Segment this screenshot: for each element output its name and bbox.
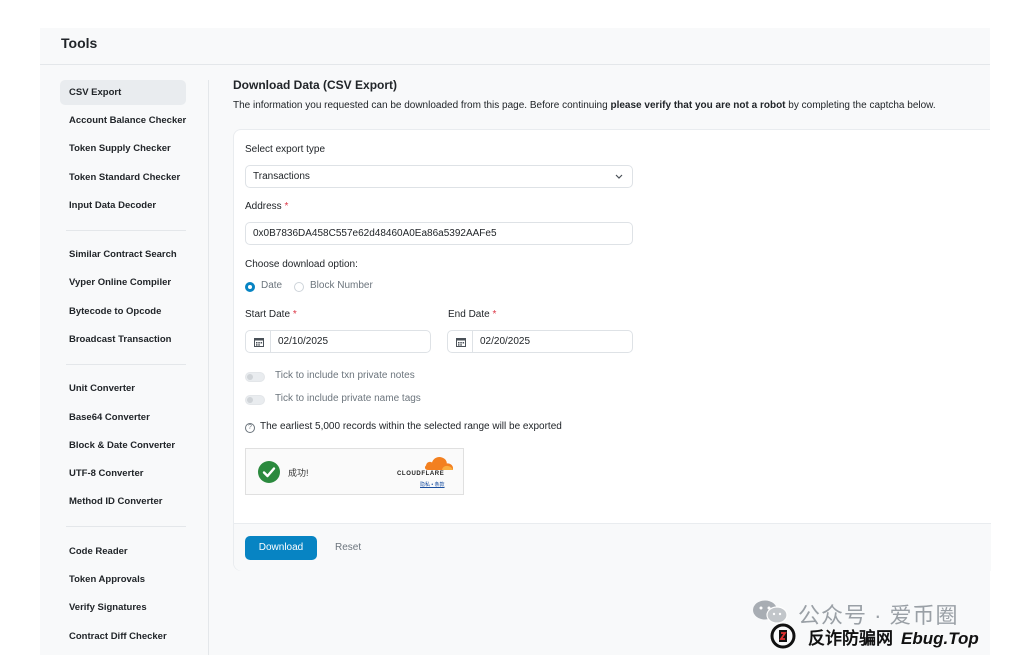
sidebar-item-account-balance-checker[interactable]: Account Balance Checker	[60, 108, 186, 133]
sidebar-item-token-approvals[interactable]: Token Approvals	[60, 567, 186, 592]
sidebar-item-block-date-converter[interactable]: Block & Date Converter	[60, 433, 186, 458]
section-heading: Download Data (CSV Export)	[233, 78, 398, 92]
cloudflare-links[interactable]: 隐私 • 条款	[420, 481, 445, 488]
tools-header: Tools	[40, 28, 990, 65]
sidebar-item-bytecode-to-opcode[interactable]: Bytecode to Opcode	[60, 299, 186, 324]
start-date-input[interactable]: 02/10/2025	[245, 330, 431, 353]
sidebar-item-method-id-converter[interactable]: Method ID Converter	[60, 489, 186, 514]
end-date-label: End Date *	[448, 309, 497, 320]
start-date-value: 02/10/2025	[278, 336, 329, 347]
sidebar-item-token-standard-checker[interactable]: Token Standard Checker	[60, 165, 186, 190]
cloudflare-captcha-widget[interactable]: 成功! CLOUDFLARE 隐私 • 条款	[245, 448, 464, 495]
sidebar-item-input-data-decoder[interactable]: Input Data Decoder	[60, 193, 186, 218]
form-footer: Download Reset	[234, 523, 991, 571]
page-title: Tools	[61, 35, 98, 51]
sidebar-divider	[66, 230, 186, 231]
export-type-value: Transactions	[253, 171, 310, 182]
radio-block-number-label[interactable]: Block Number	[310, 280, 373, 291]
reset-button[interactable]: Reset	[335, 536, 361, 560]
start-date-label: Start Date *	[245, 309, 297, 320]
sidebar-item-verify-signatures[interactable]: Verify Signatures	[60, 595, 186, 620]
address-label: Address *	[245, 201, 289, 212]
end-date-value: 02/20/2025	[480, 336, 531, 347]
sidebar-item-code-reader[interactable]: Code Reader	[60, 539, 186, 564]
export-form-card: Select export type Transactions Address …	[233, 129, 991, 571]
wechat-icon	[753, 600, 788, 624]
check-circle-icon	[258, 461, 280, 483]
anti-fraud-logo-icon	[770, 623, 796, 649]
sidebar-divider	[66, 526, 186, 527]
question-circle-icon: ?	[245, 423, 255, 433]
tools-frame: Tools CSV Export Account Balance Checker…	[40, 28, 991, 655]
export-type-select[interactable]: Transactions	[245, 165, 633, 188]
sidebar-border	[208, 80, 209, 655]
download-option-label: Choose download option:	[245, 259, 358, 270]
sidebar-item-vyper-online-compiler[interactable]: Vyper Online Compiler	[60, 270, 186, 295]
address-input[interactable]: 0x0B7836DA458C557e62d48460A0Ea86a5392AAF…	[245, 222, 633, 245]
sidebar-item-similar-contract-search[interactable]: Similar Contract Search	[60, 242, 186, 267]
sidebar-item-csv-export[interactable]: CSV Export	[60, 80, 186, 105]
toggle-txn-private-notes[interactable]	[245, 372, 265, 382]
sidebar-item-contract-diff-checker[interactable]: Contract Diff Checker	[60, 624, 186, 649]
sidebar-divider	[66, 364, 186, 365]
radio-block-number[interactable]	[294, 282, 304, 292]
end-date-input[interactable]: 02/20/2025	[447, 330, 633, 353]
toggle-txn-private-notes-label: Tick to include txn private notes	[275, 370, 415, 381]
download-button[interactable]: Download	[245, 536, 317, 560]
toggle-private-name-tags-label: Tick to include private name tags	[275, 393, 421, 404]
captcha-status: 成功!	[288, 468, 309, 478]
intro-emphasis: please verify that you are not a robot	[610, 100, 786, 111]
intro-text: The information you requested can be dow…	[233, 100, 936, 111]
cloudflare-brand: CLOUDFLARE	[397, 471, 445, 477]
radio-date[interactable]	[245, 282, 255, 292]
input-divider	[472, 331, 473, 352]
sidebar-item-base64-converter[interactable]: Base64 Converter	[60, 405, 186, 430]
sidebar-item-token-supply-checker[interactable]: Token Supply Checker	[60, 136, 186, 161]
sidebar-item-broadcast-transaction[interactable]: Broadcast Transaction	[60, 327, 186, 352]
toggle-private-name-tags[interactable]	[245, 395, 265, 405]
watermark: 公众号 · 爱币圈 反诈防骗网 Ebug.Top	[752, 598, 1022, 650]
records-limit-note: The earliest 5,000 records within the se…	[260, 421, 562, 432]
calendar-icon	[456, 338, 466, 347]
radio-date-label[interactable]: Date	[261, 280, 282, 291]
chevron-down-icon	[614, 166, 624, 195]
export-type-label: Select export type	[245, 144, 326, 155]
sidebar-item-unit-converter[interactable]: Unit Converter	[60, 376, 186, 401]
cloudflare-cloud-icon	[424, 457, 453, 470]
calendar-icon	[254, 338, 264, 347]
input-divider	[270, 331, 271, 352]
watermark-site: 反诈防骗网 Ebug.Top	[808, 629, 979, 648]
sidebar-item-utf8-converter[interactable]: UTF-8 Converter	[60, 461, 186, 486]
